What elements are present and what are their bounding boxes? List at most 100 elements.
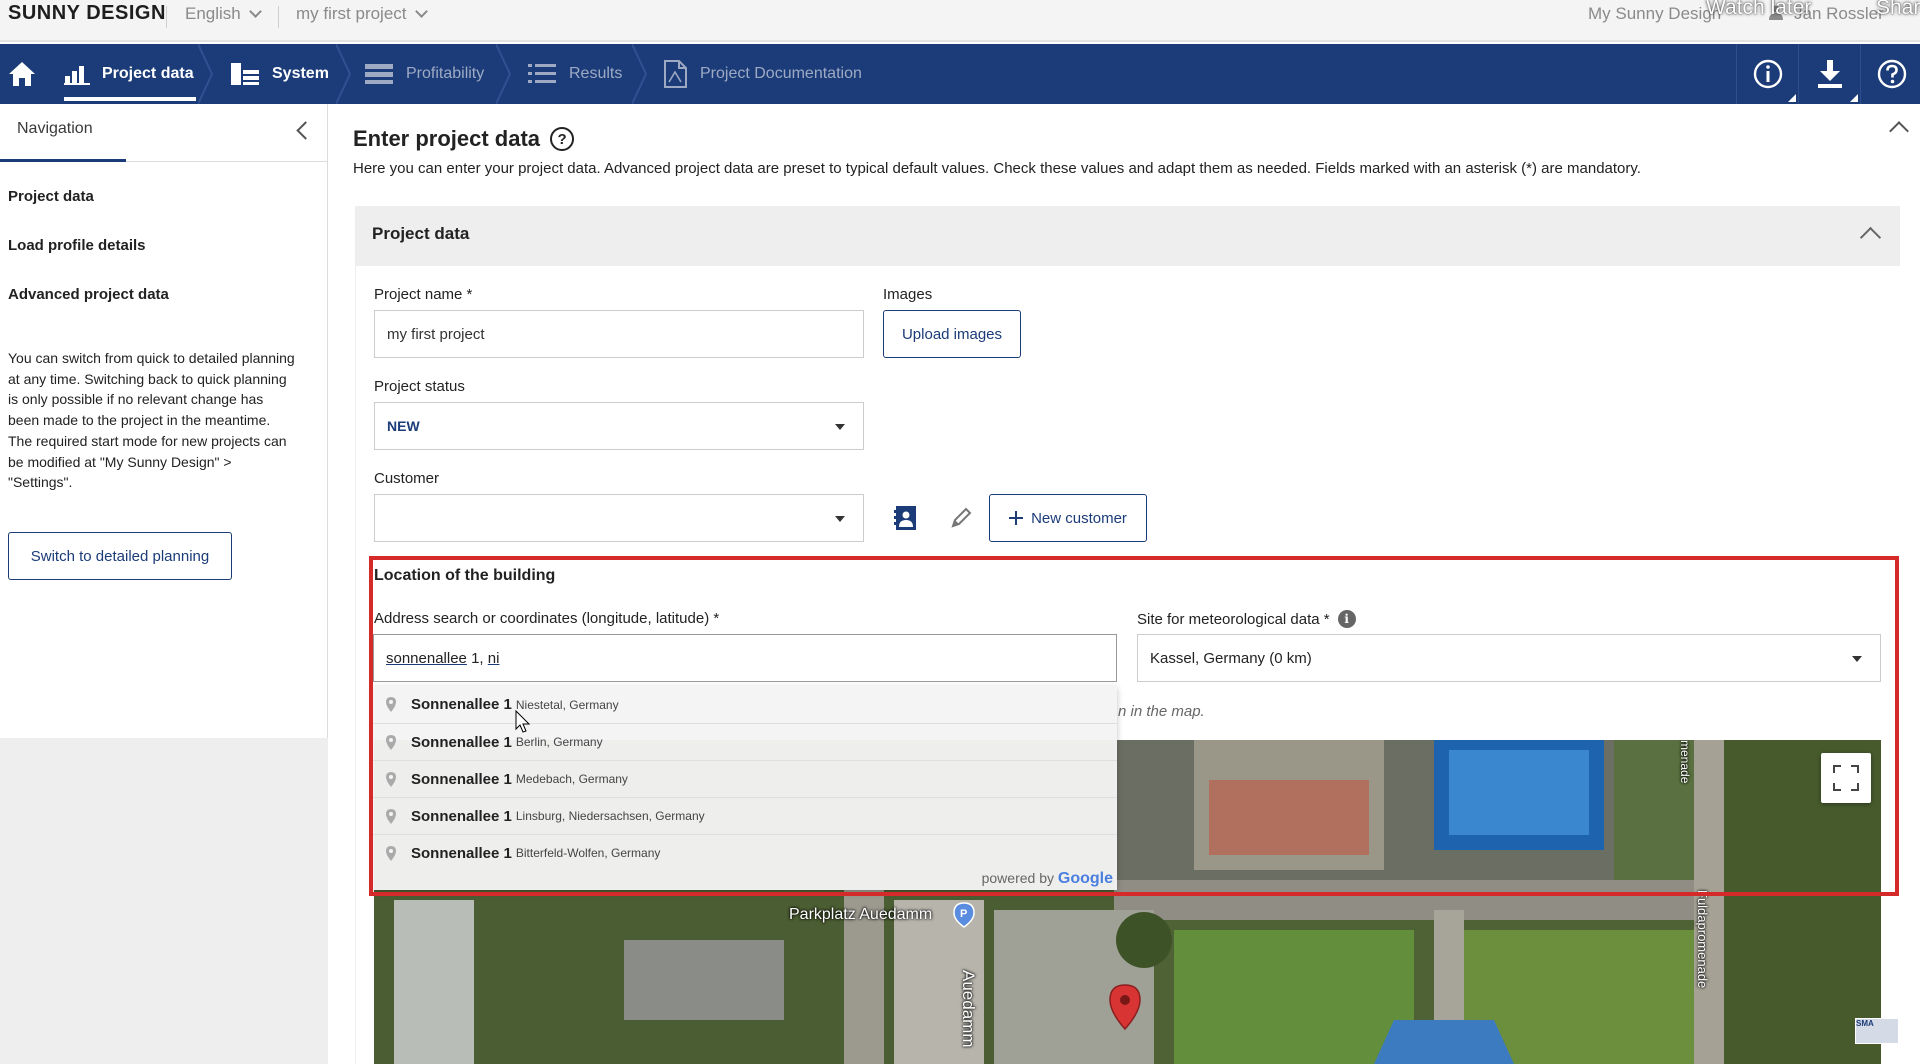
- suggestion-item[interactable]: Sonnenallee 1 Berlin, Germany: [373, 723, 1117, 760]
- breadcrumb-arrow: [336, 44, 352, 104]
- sma-logo: SMA: [1855, 1018, 1899, 1044]
- sidebar-item-load-profile-details[interactable]: Load profile details: [8, 237, 146, 254]
- new-customer-button[interactable]: New customer: [989, 494, 1147, 542]
- suggestion-item[interactable]: Sonnenallee 1 Niestetal, Germany: [373, 686, 1117, 723]
- sidebar-item-advanced-project-data[interactable]: Advanced project data: [8, 286, 169, 303]
- map-marker-icon: [386, 697, 396, 712]
- map-marker-icon: [386, 734, 396, 750]
- info-icon[interactable]: i: [1337, 610, 1356, 628]
- location-pin-icon[interactable]: [1109, 984, 1141, 1030]
- met-site-label: Site for meteorological data * i: [1137, 610, 1356, 628]
- customer-select[interactable]: [374, 494, 864, 542]
- active-tab-indicator: [64, 97, 196, 101]
- home-button[interactable]: [0, 44, 44, 104]
- project-data-panel-header[interactable]: Project data: [355, 206, 1900, 266]
- suggestion-sub: Linsburg, Niedersachsen, Germany: [515, 809, 705, 823]
- tab-label: Project data: [102, 65, 194, 82]
- road-label-fuldapromenade: Fuldapromenade: [1695, 890, 1710, 989]
- info-icon: [1753, 59, 1782, 89]
- suggestion-sub: Berlin, Germany: [515, 735, 603, 749]
- fullscreen-icon: [1851, 765, 1859, 773]
- separator: [278, 6, 279, 28]
- fullscreen-button[interactable]: [1821, 753, 1871, 803]
- upload-images-button[interactable]: Upload images: [883, 310, 1021, 358]
- tab-label: Project Documentation: [700, 65, 862, 82]
- tab-results[interactable]: Results: [527, 44, 622, 104]
- language-label: English: [185, 4, 241, 23]
- project-status-value: NEW: [387, 418, 420, 434]
- my-sunny-design-link[interactable]: My Sunny Design: [1588, 4, 1721, 24]
- chevron-up-icon[interactable]: [1859, 226, 1882, 249]
- corner-marker: [1788, 94, 1796, 102]
- road-label-auedamm: Auedamm: [959, 970, 978, 1048]
- question-circle-icon[interactable]: ?: [550, 127, 575, 151]
- customer-label: Customer: [374, 470, 440, 487]
- project-status-select[interactable]: NEW: [374, 402, 864, 450]
- edit-pencil-icon[interactable]: [950, 507, 972, 529]
- panel-heading: Project data: [372, 224, 470, 243]
- corner-marker: [1850, 94, 1858, 102]
- images-label: Images: [883, 286, 933, 303]
- main-navigation: Project data System Profitability Result…: [0, 44, 1920, 104]
- address-value-underlined: sonnenallee: [386, 649, 467, 667]
- help-button[interactable]: [1860, 44, 1920, 104]
- parking-label: Parkplatz Auedamm: [789, 906, 933, 923]
- tab-project-documentation[interactable]: Project Documentation: [662, 44, 862, 104]
- suggestion-item[interactable]: Sonnenallee 1 Medebach, Germany: [373, 760, 1117, 797]
- suggestion-item[interactable]: Sonnenallee 1 Linsburg, Niedersachsen, G…: [373, 797, 1117, 834]
- parking-pin-icon: P: [953, 902, 975, 928]
- page-description: Here you can enter your project data. Ad…: [353, 160, 1641, 177]
- met-site-label-text: Site for meteorological data *: [1137, 610, 1330, 628]
- top-bar: SUNNY DESIGN English my first project My…: [0, 0, 1920, 42]
- road-label-promenade: menade: [1678, 740, 1692, 784]
- address-suggestions: Sonnenallee 1 Niestetal, Germany Sonnena…: [373, 686, 1117, 890]
- tab-project-data[interactable]: Project data: [64, 44, 196, 104]
- download-button[interactable]: [1798, 44, 1860, 104]
- project-name-label: Project name *: [374, 286, 473, 303]
- plus-icon: [1009, 511, 1024, 525]
- tab-profitability[interactable]: Profitability: [364, 44, 484, 104]
- project-name-input[interactable]: [374, 310, 864, 358]
- project-status-label: Project status: [374, 378, 465, 395]
- collapse-sidebar-icon[interactable]: [296, 121, 315, 140]
- address-book-icon[interactable]: [894, 505, 918, 531]
- map-marker-icon: [386, 845, 396, 861]
- chevron-down-icon: [414, 5, 428, 18]
- suggestion-main: Sonnenallee 1: [411, 770, 512, 788]
- suggestion-sub: Niestetal, Germany: [515, 697, 619, 712]
- map-hint: n in the map.: [1118, 703, 1205, 720]
- share-overlay[interactable]: Share: [1876, 0, 1920, 20]
- google-logo: Google: [1057, 870, 1113, 887]
- info-button[interactable]: [1736, 44, 1798, 104]
- address-value-tail: ni: [487, 649, 500, 667]
- suggestion-main: Sonnenallee 1: [411, 844, 512, 862]
- suggestion-item[interactable]: Sonnenallee 1 Bitterfeld-Wolfen, Germany: [373, 834, 1117, 871]
- planning-mode-info: You can switch from quick to detailed pl…: [8, 350, 295, 491]
- breadcrumb-arrow: [496, 44, 512, 104]
- powered-by-google: powered by Google: [982, 870, 1113, 888]
- watch-later-overlay[interactable]: Watch later: [1706, 0, 1811, 20]
- switch-to-detailed-planning-button[interactable]: Switch to detailed planning: [8, 532, 232, 580]
- breadcrumb-arrow: [632, 44, 648, 104]
- project-dropdown[interactable]: my first project: [296, 4, 428, 24]
- location-heading: Location of the building: [374, 567, 556, 584]
- scroll-up-icon[interactable]: [1889, 121, 1909, 141]
- download-icon: [1817, 60, 1842, 88]
- fullscreen-icon: [1833, 783, 1841, 791]
- bar-chart-icon: [64, 66, 90, 85]
- met-site-select[interactable]: Kassel, Germany (0 km): [1137, 634, 1881, 682]
- suggestion-sub: Medebach, Germany: [515, 772, 628, 786]
- breadcrumb-arrow: [198, 44, 214, 104]
- sidebar-heading[interactable]: Navigation: [17, 120, 93, 138]
- sidebar-shade: [0, 738, 328, 1064]
- language-dropdown[interactable]: English: [185, 4, 262, 24]
- page-title-text: Enter project data: [353, 126, 541, 151]
- powered-by-text: powered by: [981, 870, 1054, 886]
- help-icon: [1877, 59, 1906, 89]
- address-search-input[interactable]: sonnenallee 1, ni: [373, 634, 1117, 682]
- tab-system[interactable]: System: [230, 44, 329, 104]
- profitability-icon: [365, 64, 393, 84]
- map-marker-icon: [386, 808, 396, 824]
- tab-label: Profitability: [406, 65, 485, 82]
- sidebar-item-project-data[interactable]: Project data: [8, 188, 94, 205]
